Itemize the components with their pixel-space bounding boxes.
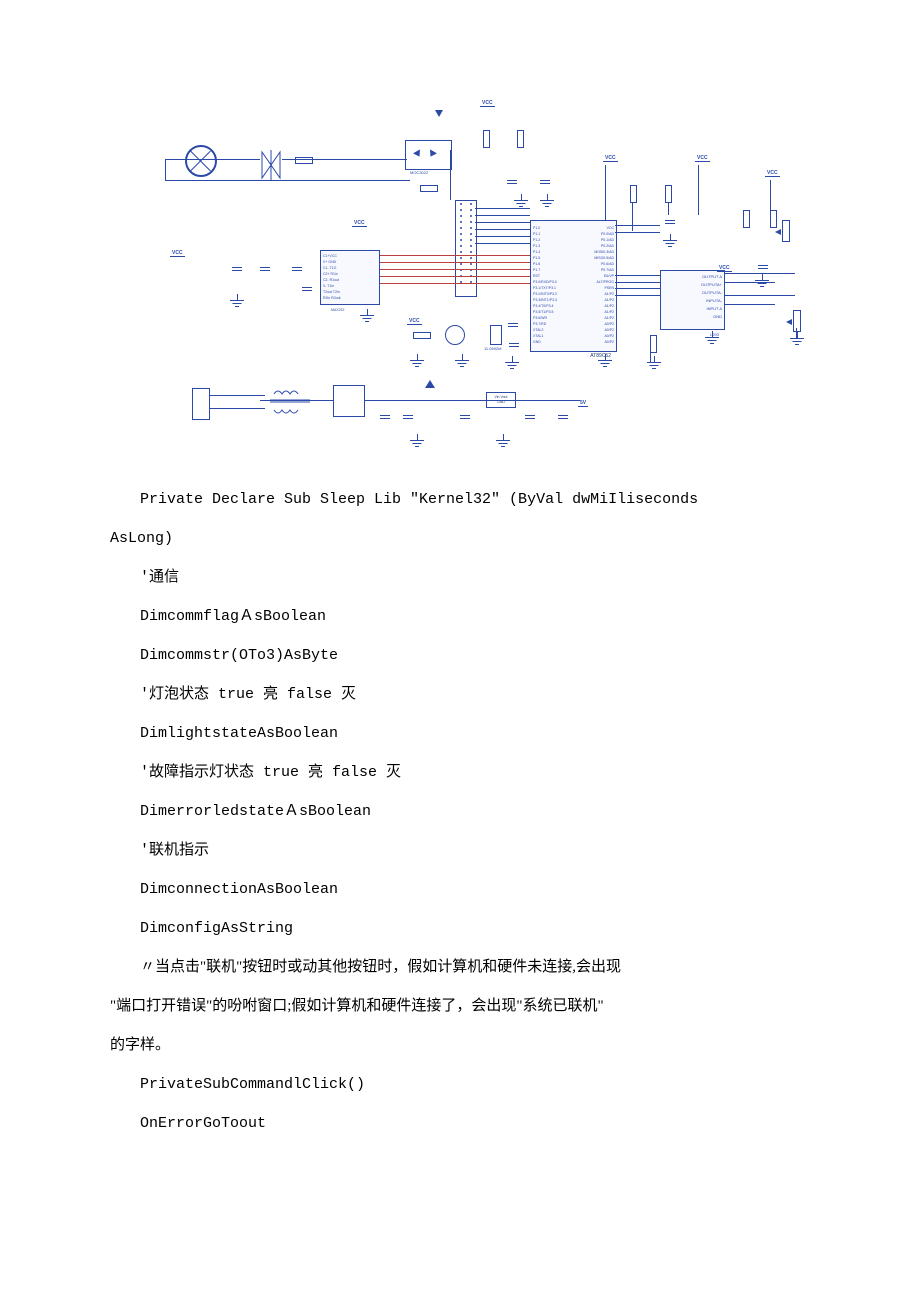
potentiometer-1: [793, 310, 801, 332]
code-line-3: DimcommflagＡsBoolean: [110, 597, 810, 636]
vcc-label-3: VCC: [170, 250, 185, 257]
crystal: [490, 325, 502, 345]
code-comment-comm: '通信: [110, 558, 810, 597]
gnd-1: [230, 300, 244, 308]
mcu-pins-right: VCC P0.0/AD P0.1/AD P0.2/AD MOSI0.3/AD M…: [576, 225, 614, 347]
resistor-r2: [420, 185, 438, 192]
potentiometer-2: [782, 220, 790, 242]
max232-name: MAX232: [331, 308, 344, 312]
gnd-9: [647, 362, 661, 370]
code-line-10: DimconnectionAsBoolean: [110, 870, 810, 909]
vcc-label-7: VCC: [765, 170, 780, 177]
gnd-11: [705, 337, 719, 345]
code-line-14: OnErrorGoToout: [110, 1104, 810, 1143]
cap-c4: [302, 282, 312, 296]
optoiso-label: MOC3022: [410, 170, 428, 175]
bridge-rectifier: [333, 385, 365, 417]
cap-c13: [558, 410, 568, 424]
gnd-13: [790, 338, 804, 346]
transformer: [270, 390, 310, 414]
cap-c7: [508, 318, 518, 332]
motor-driver: OUTPUT A OUTPUTA+ OUTPUTA- INPUTA- INPUT…: [660, 270, 725, 330]
resistor-r9: [650, 335, 657, 353]
cap-c6: [540, 175, 550, 189]
gnd-10: [663, 240, 677, 248]
gnd-14: [410, 440, 424, 448]
resistor-r6: [665, 185, 672, 203]
lamp-symbol: [185, 145, 217, 177]
optoisolator: [405, 140, 452, 170]
max232-pins: C1+VCC V+ GND C1- T1O C2+ R1in C2- R1out…: [323, 253, 377, 301]
code-line-11: DimconfigAsString: [110, 909, 810, 948]
code-comment-errorled: '故障指示灯状态 true 亮 false 灭: [110, 753, 810, 792]
vcc-label-4: VCC: [407, 318, 422, 325]
vcc-label-2: VCC: [352, 220, 367, 227]
cap-c14: [665, 215, 675, 229]
resistor-r8: [743, 210, 750, 228]
code-line-13: PrivateSubCommandlClick(): [110, 1065, 810, 1104]
code-line-6: DimlightstateAsBoolean: [110, 714, 810, 753]
resistor-r3: [483, 130, 490, 148]
cap-c11: [460, 410, 470, 424]
resistor-r10: [413, 332, 431, 339]
gnd-15: [496, 440, 510, 448]
code-comment-connection: '联机指示: [110, 831, 810, 870]
driver-pins: OUTPUT A OUTPUTA+ OUTPUTA- INPUTA- INPUT…: [663, 273, 722, 321]
mcu-pins-left: P1.0 P1.1 P1.2 P1.3 P1.4 P1.5 P1.6 P1.7 …: [533, 225, 571, 347]
cap-c9: [380, 410, 390, 424]
max232-chip: C1+VCC V+ GND C1- T1O C2+ R1in C2- R1out…: [320, 250, 380, 305]
triac-symbol: [260, 150, 282, 180]
code-comment-lamp: '灯泡状态 true 亮 false 灭: [110, 675, 810, 714]
code-block: Private Declare Sub Sleep Lib "Kernel32"…: [110, 480, 810, 1143]
cap-c3: [292, 262, 302, 276]
document-page: MOC3022 C1+VCC V+ GND C1- T1O C2+ R1in C…: [0, 0, 920, 1223]
prose-line-b: "端口打开错误"的吩咐窗口;假如计算机和硬件连接了，会出现"系统已联机": [110, 987, 810, 1026]
gnd-3: [410, 360, 424, 368]
code-line-1b: AsLong): [110, 519, 810, 558]
gnd-4: [455, 360, 469, 368]
transistor: [445, 325, 465, 345]
circuit-schematic: MOC3022 C1+VCC V+ GND C1- T1O C2+ R1in C…: [110, 100, 810, 470]
microcontroller: P1.0 P1.1 P1.2 P1.3 P1.4 P1.5 P1.6 P1.7 …: [530, 220, 617, 352]
v5-label: 5V: [578, 400, 588, 407]
vcc-label-5: VCC: [603, 155, 618, 162]
resistor-r5: [630, 185, 637, 203]
gnd-6: [514, 200, 528, 208]
vcc-label-1: VCC: [480, 100, 495, 107]
mcu-name: AT89C52: [590, 353, 611, 359]
code-line-8: DimerrorledstateＡsBoolean: [110, 792, 810, 831]
vcc-label-8: VCC: [717, 265, 732, 272]
resistor-r7: [770, 210, 777, 228]
cap-c1: [232, 262, 242, 276]
cap-c2: [260, 262, 270, 276]
prose-line-a: 〃当点击"联机"按钮时或动其他按钮时，假如计算机和硬件未连接,会出现: [110, 948, 810, 987]
cap-c12: [525, 410, 535, 424]
cap-c15: [758, 260, 768, 274]
gnd-8: [598, 360, 612, 368]
cap-c8: [509, 338, 519, 352]
cap-c5: [507, 175, 517, 189]
prose-line-c: 的字样。: [110, 1026, 810, 1065]
cap-c10: [403, 410, 413, 424]
rectifier-diode: [425, 380, 435, 388]
crystal-label: 11.0592M: [484, 346, 502, 351]
resistor-r4: [517, 130, 524, 148]
gnd-5: [505, 362, 519, 370]
gnd-2: [360, 315, 374, 323]
code-line-4: Dimcommstr(OTo3)AsByte: [110, 636, 810, 675]
db-connector: [192, 388, 210, 420]
vcc-label-6: VCC: [695, 155, 710, 162]
diode-d1: [435, 110, 443, 117]
code-line-1: Private Declare Sub Sleep Lib "Kernel32"…: [110, 480, 810, 519]
gnd-7: [540, 200, 554, 208]
